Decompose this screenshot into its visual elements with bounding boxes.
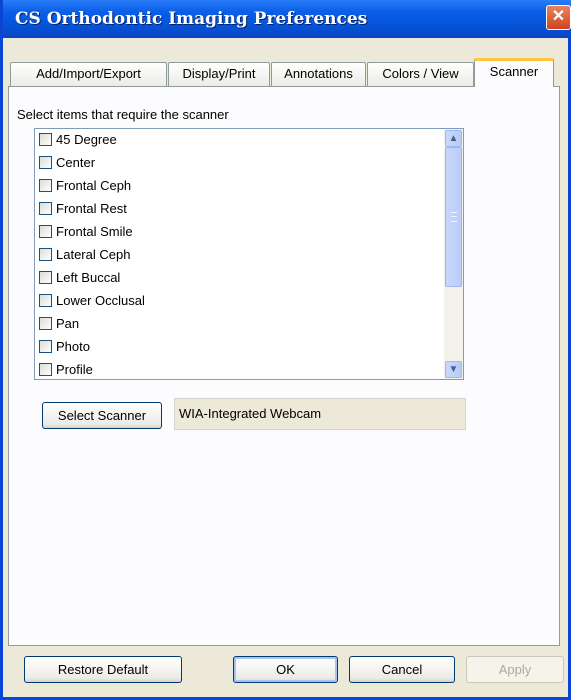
tab-colors-view[interactable]: Colors / View [367,62,474,86]
window-title: CS Orthodontic Imaging Preferences [15,9,368,29]
list-item[interactable]: Frontal Rest [39,197,127,219]
scroll-thumb[interactable] [445,147,462,287]
chevron-up-icon: ▲ [448,133,459,144]
checkbox-pan[interactable] [39,316,52,330]
listbox-scrollbar[interactable]: ▲ ▼ [444,129,463,379]
title-bar[interactable]: CS Orthodontic Imaging Preferences ✕ [3,0,571,38]
list-item[interactable]: Lower Occlusal [39,289,145,311]
chevron-down-icon: ▼ [448,364,459,375]
list-item[interactable]: Photo [39,335,90,357]
list-item-label: Frontal Smile [56,223,133,239]
current-scanner-field: WIA-Integrated Webcam [174,398,466,430]
scroll-up-button[interactable]: ▲ [445,130,462,147]
checkbox-45-degree[interactable] [39,132,52,146]
list-item-label: 45 Degree [56,131,117,147]
checkbox-lateral-ceph[interactable] [39,247,52,261]
checkbox-frontal-ceph[interactable] [39,178,52,192]
close-icon: ✕ [551,8,566,25]
list-item-label: Frontal Rest [56,200,127,216]
checkbox-lower-occlusal[interactable] [39,293,52,307]
tab-annotations[interactable]: Annotations [271,62,366,86]
list-item[interactable]: Pan [39,312,79,334]
list-item[interactable]: Left Buccal [39,266,120,288]
required-items-listbox[interactable]: 45 Degree Center Frontal Ceph Frontal Re… [34,128,464,380]
ok-button[interactable]: OK [233,656,338,683]
list-item[interactable]: 45 Degree [39,129,117,150]
grip-icon [451,212,457,222]
list-item-label: Photo [56,338,90,354]
list-item[interactable]: Lateral Ceph [39,243,130,265]
cancel-button[interactable]: Cancel [349,656,455,683]
list-item-label: Lateral Ceph [56,246,131,262]
list-item[interactable]: Center [39,151,95,173]
list-item[interactable]: Profile [39,358,93,379]
list-item-label: Left Buccal [56,269,121,285]
close-button[interactable]: ✕ [546,5,571,30]
restore-default-button[interactable]: Restore Default [24,656,182,683]
tab-display-print[interactable]: Display/Print [168,62,270,86]
checkbox-profile[interactable] [39,362,52,376]
list-item-label: Frontal Ceph [56,177,132,193]
select-scanner-button[interactable]: Select Scanner [42,402,162,429]
list-item-label: Center [56,154,96,170]
apply-button[interactable]: Apply [466,656,564,683]
scroll-down-button[interactable]: ▼ [445,361,462,378]
tab-add-import-export[interactable]: Add/Import/Export [10,62,167,86]
checkbox-photo[interactable] [39,339,52,353]
list-item-label: Pan [56,315,80,331]
list-item-label: Profile [56,361,93,377]
checkbox-frontal-smile[interactable] [39,224,52,238]
list-item-label: Lower Occlusal [56,292,145,308]
list-item[interactable]: Frontal Smile [39,220,133,242]
instruction-label: Select items that require the scanner [17,107,229,122]
list-item[interactable]: Frontal Ceph [39,174,131,196]
tab-scanner[interactable]: Scanner [474,58,554,87]
checkbox-center[interactable] [39,155,52,169]
checkbox-left-buccal[interactable] [39,270,52,284]
checkbox-frontal-rest[interactable] [39,201,52,215]
